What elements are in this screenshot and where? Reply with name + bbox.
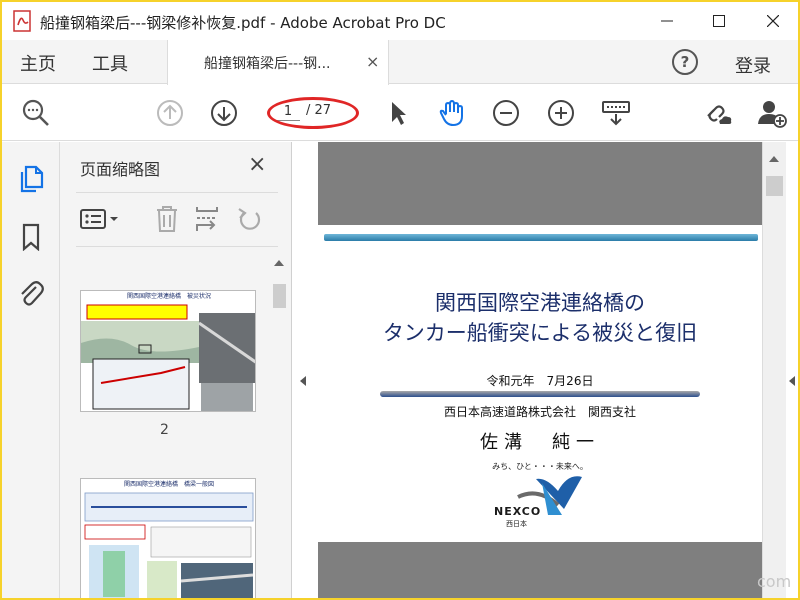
- extract-icon: [196, 207, 218, 231]
- decorative-bar: [380, 391, 700, 397]
- thumbnail-preview: [84, 492, 254, 598]
- nexco-logo-text: NEXCO: [494, 505, 542, 518]
- share-link-button[interactable]: [702, 97, 734, 129]
- next-page-button[interactable]: [208, 97, 240, 129]
- document-title-line-1: 関西国際空港連絡橋の: [435, 291, 645, 315]
- select-tool-button[interactable]: [382, 97, 414, 129]
- panel-title: 页面缩略图: [80, 160, 161, 179]
- document-date: 令和元年 7月26日: [486, 374, 594, 388]
- page-thumbnails-button[interactable]: [16, 164, 46, 194]
- thumbnail-page-2-label: 2: [160, 422, 169, 438]
- login-link[interactable]: 登录: [735, 52, 771, 78]
- page-thumbnails-icon: [20, 165, 44, 193]
- hand-tool-icon: [439, 99, 463, 127]
- attachment-icon: [21, 281, 44, 306]
- title-bar[interactable]: 船撞钢箱梁后---钢梁修补恢复.pdf - Adobe Acrobat Pro …: [2, 2, 798, 40]
- scroll-up-icon[interactable]: [763, 150, 785, 170]
- previous-page-icon: [157, 100, 183, 126]
- bookmark-icon: [22, 223, 40, 251]
- keyboard-tool-button[interactable]: [600, 97, 632, 129]
- zoom-out-icon: [493, 100, 519, 126]
- divider: [76, 192, 278, 193]
- find-button[interactable]: [20, 97, 52, 129]
- zoom-in-icon: [548, 100, 574, 126]
- previous-page-button[interactable]: [154, 97, 186, 129]
- share-link-icon: [707, 105, 732, 124]
- panel-close-button[interactable]: ×: [248, 152, 266, 177]
- close-icon: [767, 15, 779, 27]
- minimize-icon: [661, 20, 673, 22]
- thumbnail-header: 関西国際空港連絡橋 橋梁一般図: [81, 479, 255, 491]
- pdf-page: 関西国際空港連絡橋の タンカー船衝突による被災と復旧 令和元年 7月26日 西日…: [318, 225, 762, 542]
- add-user-button[interactable]: [756, 97, 788, 129]
- maximize-button[interactable]: [694, 2, 744, 40]
- zoom-out-button[interactable]: [490, 97, 522, 129]
- acrobat-pdf-icon: [12, 10, 34, 32]
- rotate-icon: [238, 208, 261, 230]
- chevron-left-icon: [789, 376, 795, 386]
- red-highlight-oval: [267, 97, 359, 129]
- delete-page-button[interactable]: [152, 204, 182, 234]
- close-window-button[interactable]: [748, 2, 798, 40]
- panel-scrollbar[interactable]: [270, 254, 288, 598]
- bookmarks-button[interactable]: [16, 222, 46, 252]
- divider: [76, 246, 278, 247]
- add-user-icon: [758, 101, 787, 128]
- collapse-panel-handle[interactable]: [298, 374, 310, 394]
- decorative-bar: [324, 234, 758, 241]
- document-company: 西日本高速道路株式会社 関西支社: [443, 405, 636, 419]
- document-tab-close-button[interactable]: ×: [366, 52, 379, 71]
- main-toolbar: / 27: [2, 85, 798, 141]
- next-page-icon: [211, 100, 237, 126]
- rotate-page-button[interactable]: [234, 204, 264, 234]
- attachments-button[interactable]: [16, 278, 46, 308]
- document-slogan: みち、ひと・・・未来へ。: [492, 462, 588, 471]
- document-view[interactable]: 関西国際空港連絡橋の タンカー船衝突による被災と復旧 令和元年 7月26日 西日…: [318, 142, 762, 598]
- help-button[interactable]: ?: [672, 49, 698, 75]
- minimize-button[interactable]: [642, 2, 692, 40]
- thumbnail-header: 関西国際空港連絡橋 被災状況: [81, 291, 255, 303]
- keyboard-icon: [602, 101, 630, 126]
- acrobat-window: 船撞钢箱梁后---钢梁修补恢复.pdf - Adobe Acrobat Pro …: [0, 0, 800, 600]
- zoom-in-button[interactable]: [545, 97, 577, 129]
- delete-icon: [157, 206, 177, 232]
- thumbnail-page-2[interactable]: 関西国際空港連絡橋 被災状況: [80, 290, 256, 412]
- nav-tools[interactable]: 工具: [92, 50, 128, 76]
- maximize-icon: [713, 15, 725, 27]
- hand-tool-button[interactable]: [436, 97, 468, 129]
- document-author: 佐溝 純一: [480, 432, 600, 453]
- options-menu-icon: [80, 209, 118, 229]
- nav-home[interactable]: 主页: [20, 50, 56, 76]
- window-title: 船撞钢箱梁后---钢梁修补恢复.pdf - Adobe Acrobat Pro …: [40, 14, 446, 32]
- document-title-line-2: タンカー船衝突による被災と復旧: [382, 321, 698, 345]
- search-icon: [22, 99, 49, 126]
- document-tab-label: 船撞钢箱梁后---钢...: [204, 56, 331, 72]
- right-pane-handle[interactable]: [788, 374, 798, 394]
- document-tab[interactable]: 船撞钢箱梁后---钢... ×: [167, 40, 389, 85]
- thumbnail-page-3[interactable]: 関西国際空港連絡橋 橋梁一般図: [80, 478, 256, 598]
- select-cursor-icon: [392, 102, 406, 125]
- left-rail: [2, 142, 60, 598]
- chevron-left-icon: [300, 376, 306, 386]
- thumbnail-preview: [81, 304, 255, 411]
- nexco-logo-sub: 西日本: [506, 520, 527, 528]
- document-scrollbar[interactable]: [762, 142, 786, 598]
- nexco-logo: NEXCO 西日本: [488, 475, 598, 535]
- extract-page-button[interactable]: [192, 204, 222, 234]
- thumbnails-panel: 页面缩略图 × 関西国際空港連絡橋 被災状況 2 関西国際空港連絡橋 橋梁一般図: [60, 142, 292, 598]
- watermark-text: com: [757, 572, 792, 591]
- nav-bar: 主页 工具 船撞钢箱梁后---钢... × ? 登录: [2, 40, 798, 85]
- scrollbar-thumb[interactable]: [766, 176, 783, 196]
- thumbnail-options-button[interactable]: [78, 204, 124, 234]
